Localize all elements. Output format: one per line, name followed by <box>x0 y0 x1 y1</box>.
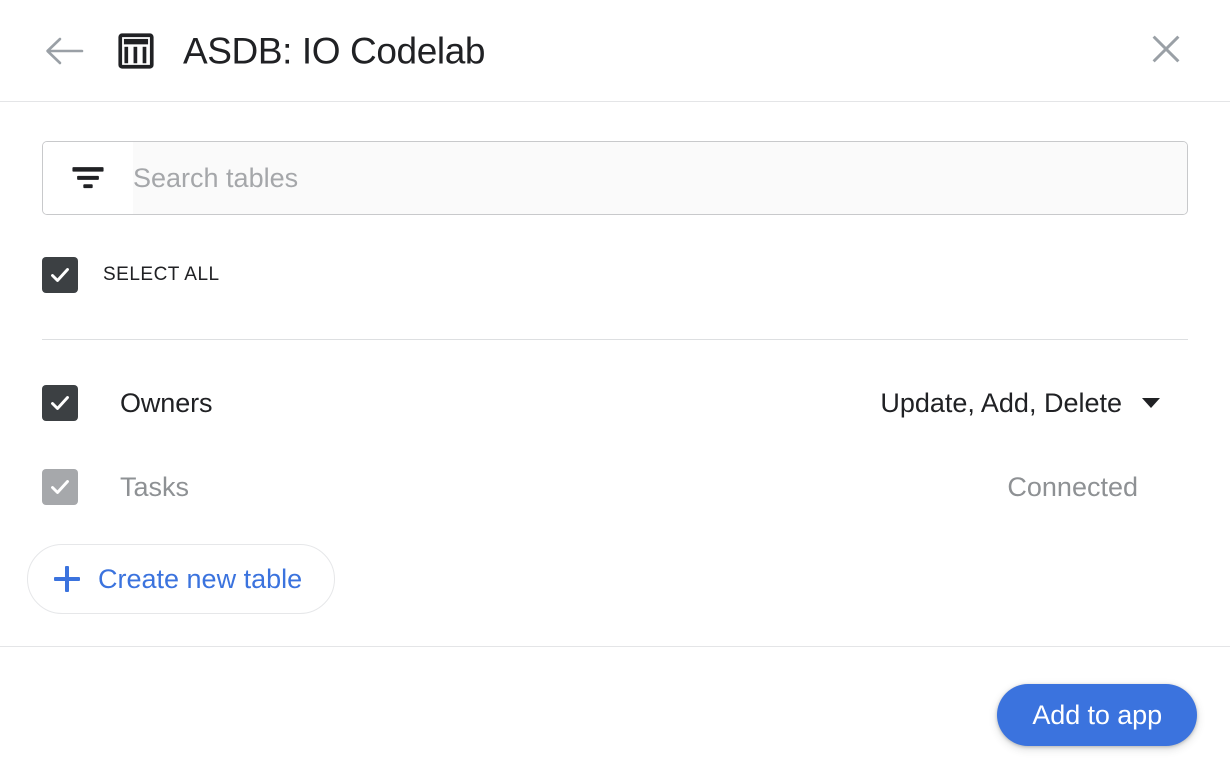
add-to-app-button[interactable]: Add to app <box>997 684 1197 746</box>
arrow-left-icon <box>44 36 84 66</box>
create-new-table-button[interactable]: Create new table <box>27 544 336 614</box>
permission-value-owners: Update, Add, Delete <box>880 387 1122 418</box>
table-checkbox-owners[interactable] <box>42 385 78 421</box>
table-name-owners: Owners <box>120 387 213 418</box>
select-all-checkbox[interactable] <box>42 257 78 293</box>
table-icon <box>113 28 159 74</box>
table-row: Tasks Connected <box>42 463 1188 511</box>
select-all-label: SELECT ALL <box>103 264 220 285</box>
close-button[interactable] <box>1144 29 1188 73</box>
connection-status-tasks: Connected <box>1007 471 1138 502</box>
plus-icon <box>54 566 80 592</box>
section-divider <box>42 339 1188 340</box>
create-new-table-label: Create new table <box>98 563 303 594</box>
dialog-header: ASDB: IO Codelab <box>0 0 1230 102</box>
close-icon <box>1149 32 1183 71</box>
select-all-row[interactable]: SELECT ALL <box>42 255 220 295</box>
search-tables-field[interactable] <box>42 141 1188 215</box>
table-name-tasks: Tasks <box>120 471 190 502</box>
chevron-down-icon[interactable] <box>1142 398 1160 408</box>
dialog-footer: Add to app <box>0 646 1230 782</box>
page-title: ASDB: IO Codelab <box>183 30 486 71</box>
table-row[interactable]: Owners Update, Add, Delete <box>42 379 1188 427</box>
table-permissions-owners[interactable]: Update, Add, Delete <box>880 388 1188 419</box>
back-button[interactable] <box>42 29 86 73</box>
search-input[interactable] <box>133 142 1187 214</box>
table-status-tasks: Connected <box>1007 472 1188 503</box>
filter-icon <box>43 142 133 214</box>
dialog-body: SELECT ALL Owners Update, Add, Delete Ta… <box>0 103 1230 646</box>
table-checkbox-tasks <box>42 469 78 505</box>
